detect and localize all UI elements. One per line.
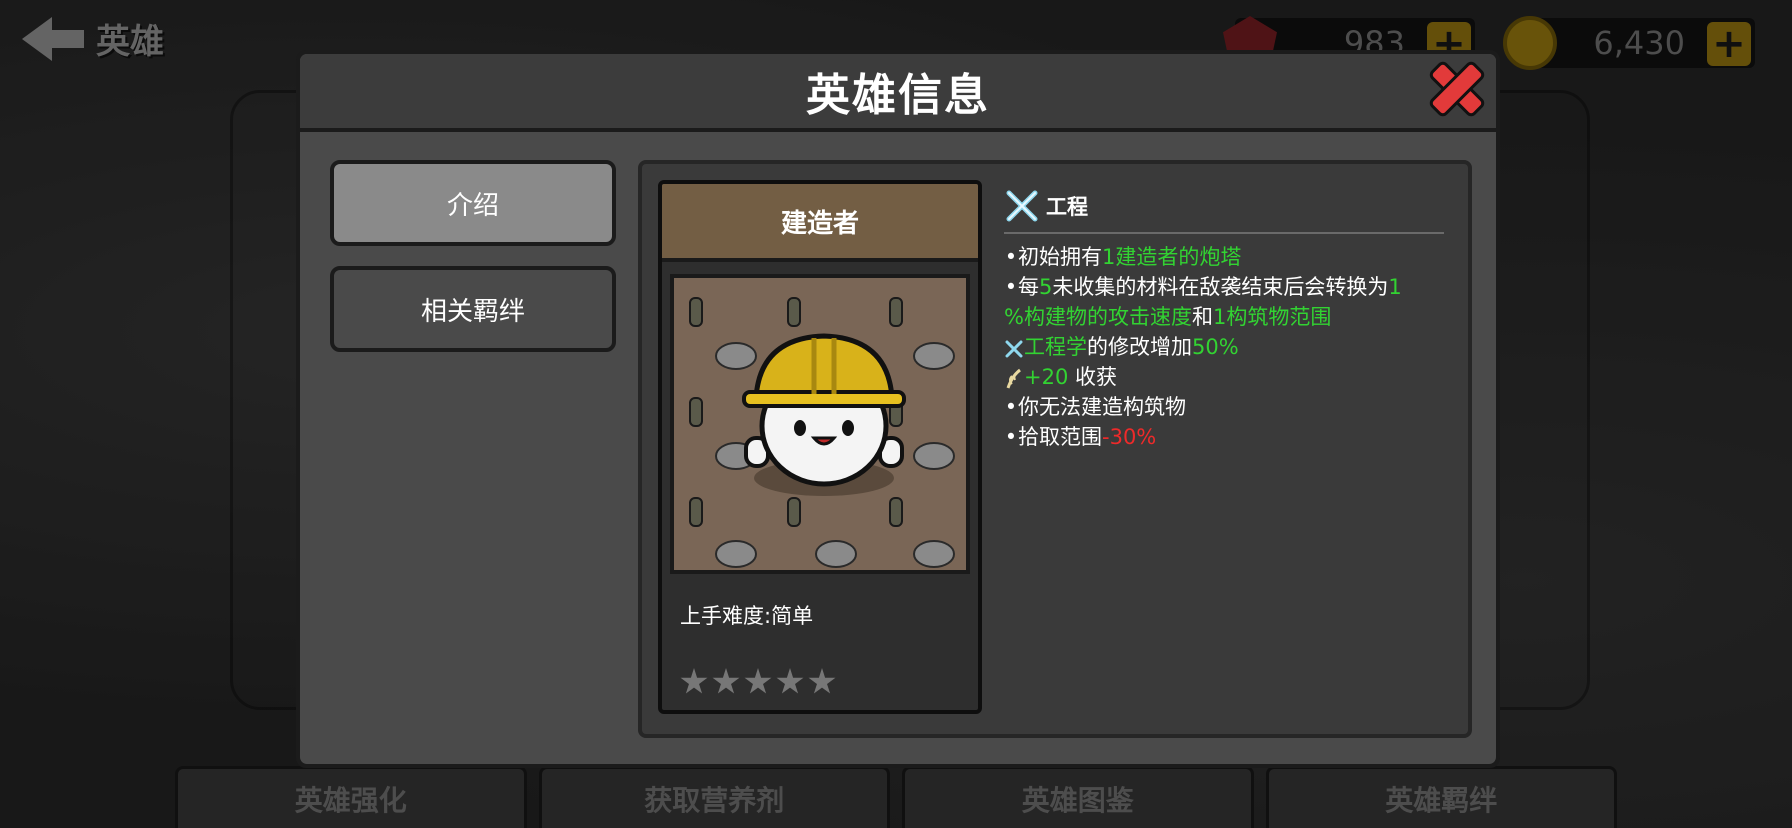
stat-value: 5 [1039, 275, 1053, 299]
bullet-icon: • [1004, 395, 1018, 419]
star-icon [744, 668, 772, 694]
stat-value: 1构筑物范围 [1212, 305, 1332, 329]
stat-text: 你无法建造构筑物 [1018, 395, 1186, 419]
stat-value-negative: -30% [1102, 425, 1157, 449]
stat-value: 工程学 [1024, 335, 1087, 359]
stat-value: 1 [1388, 275, 1402, 299]
engineering-icon [1005, 340, 1023, 358]
hero-class-name: 工程 [1046, 195, 1088, 219]
stat-line: • 拾取范围-30% [1004, 422, 1444, 452]
dialog-body: 英雄信息 介绍 相关羁绊 建造者 上手难度:简单 工程 • 初始拥有1建造者的炮… [300, 54, 1496, 764]
stat-text: 和 [1191, 305, 1213, 329]
difficulty-label: 上手难度:简单 [680, 604, 814, 628]
stat-text: 的修改增加 [1087, 335, 1192, 359]
star-icon [808, 668, 836, 694]
stat-line: +20 收获 [1004, 362, 1444, 392]
harvest-icon [1006, 368, 1021, 389]
tab-related-bonds[interactable]: 相关羁绊 [330, 266, 616, 352]
stat-value: 1建造者的炮塔 [1102, 245, 1242, 269]
hero-name: 建造者 [662, 184, 978, 262]
difficulty-stars [680, 668, 836, 696]
stat-value: +20 [1024, 365, 1069, 389]
star-icon [680, 668, 708, 694]
stat-text: 拾取范围 [1018, 425, 1102, 449]
dialog-header: 英雄信息 [300, 54, 1496, 132]
star-icon [776, 668, 804, 694]
hero-description: 工程 • 初始拥有1建造者的炮塔 • 每5未收集的材料在敌袭结束后会转换为1 %… [1004, 188, 1444, 452]
stat-line: 工程学的修改增加50% [1004, 332, 1444, 362]
star-icon [712, 668, 740, 694]
stat-text: 未收集的材料在敌袭结束后会转换为 [1052, 275, 1389, 299]
builder-hero-portrait-image [689, 297, 955, 568]
hero-portrait [670, 274, 970, 574]
dialog-title: 英雄信息 [806, 70, 990, 121]
stat-line: • 每5未收集的材料在敌袭结束后会转换为1 [1004, 272, 1444, 302]
stat-line: • 初始拥有1建造者的炮塔 [1004, 242, 1444, 272]
hero-info-dialog: 英雄信息 介绍 相关羁绊 建造者 上手难度:简单 工程 • 初始拥有1建造者的炮… [296, 50, 1500, 768]
hero-content-panel: 建造者 上手难度:简单 工程 • 初始拥有1建造者的炮塔 • 每5未收集的材料在… [638, 160, 1472, 738]
crossed-tools-icon [1006, 190, 1038, 222]
stat-text: 每 [1018, 275, 1039, 299]
close-icon[interactable] [1430, 62, 1484, 116]
stat-line: • 你无法建造构筑物 [1004, 392, 1444, 422]
bullet-icon: • [1004, 425, 1018, 449]
stat-line-continued: %构建物的攻击速度和1构筑物范围 [1004, 302, 1444, 332]
bullet-icon: • [1004, 275, 1018, 299]
stat-value: 50% [1192, 335, 1239, 359]
stat-value: %构建物的攻击速度 [1004, 305, 1192, 329]
stat-text: 初始拥有 [1018, 245, 1102, 269]
hero-class-header: 工程 [1004, 188, 1444, 234]
bullet-icon: • [1004, 245, 1018, 269]
hero-card: 建造者 上手难度:简单 [658, 180, 982, 714]
hero-stats-list: • 初始拥有1建造者的炮塔 • 每5未收集的材料在敌袭结束后会转换为1 %构建物… [1004, 242, 1444, 452]
stat-text: 收获 [1068, 365, 1118, 389]
tab-introduction[interactable]: 介绍 [330, 160, 616, 246]
